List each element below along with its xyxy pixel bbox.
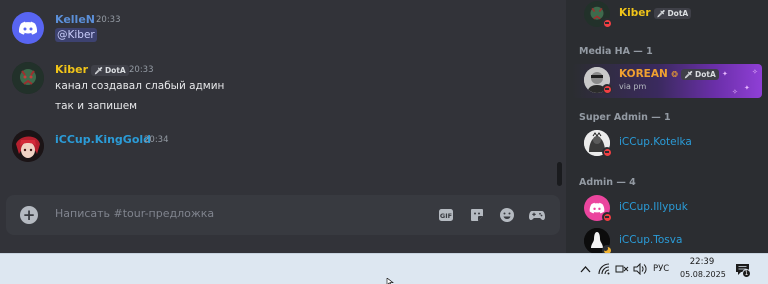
avatar[interactable] (12, 62, 44, 94)
emoji-icon[interactable] (498, 206, 516, 224)
guild-tag-label: DotA (667, 8, 689, 18)
chat-area: KelleN 20:33 @Kiber Kiber 🗡 DotA 20:33 кан… (0, 0, 566, 253)
message-text: @Kiber (55, 28, 97, 42)
member-name: Kiber 🗡 DotA (619, 7, 692, 19)
member-item[interactable]: KOREAN ❂ 🗡 DotA via pm (572, 64, 762, 98)
dnd-status-icon (602, 147, 612, 157)
wifi-icon[interactable] (598, 263, 610, 275)
mouse-cursor-icon (386, 278, 394, 284)
member-name: iCCup.Illypuk (619, 201, 688, 213)
message-author[interactable]: iCCup.KingGold (55, 133, 151, 146)
taskbar: РУС 22:39 05.08.2025 1 (0, 253, 768, 284)
server-badge-icon: ❂ (671, 70, 679, 79)
author-name[interactable]: Kiber (55, 63, 88, 76)
notification-center-icon[interactable]: 1 (735, 262, 751, 278)
sword-icon: 🗡 (94, 66, 103, 75)
member-group-header: Admin — 4 (579, 177, 636, 188)
message-author[interactable]: Kiber 🗡 DotA (55, 63, 129, 76)
member-name-text: Kiber (619, 7, 651, 19)
gif-icon[interactable]: GIF (437, 206, 455, 224)
volume-icon[interactable] (633, 263, 647, 275)
sword-icon: 🗡 (656, 9, 666, 18)
guild-tag-label: DotA (104, 65, 126, 75)
guild-tag[interactable]: 🗡 DotA (91, 64, 129, 76)
message-timestamp: 20:34 (144, 135, 169, 145)
member-name: KOREAN ❂ 🗡 DotA (619, 68, 719, 80)
member-activity: via pm (619, 82, 647, 91)
guild-tag[interactable]: 🗡 DotA (653, 7, 692, 19)
clock-date[interactable]: 05.08.2025 (680, 270, 726, 279)
guild-tag-label: DotA (695, 69, 716, 79)
message-input[interactable]: Написать #tour-предложка (55, 207, 214, 220)
guild-tag[interactable]: 🗡 DotA (681, 68, 719, 80)
user-mention[interactable]: @Kiber (55, 28, 97, 42)
message-composer[interactable]: + Написать #tour-предложка GIF (6, 195, 560, 235)
chat-scrollbar[interactable] (557, 162, 562, 186)
message-line: канал создавал слабый админ (55, 80, 225, 92)
member-name-text: KOREAN (619, 68, 668, 80)
notification-count: 1 (742, 269, 751, 278)
input-language[interactable]: РУС (653, 264, 669, 274)
member-name: iCCup.Tosva (619, 234, 683, 246)
dnd-status-icon (602, 84, 612, 94)
clock-time[interactable]: 22:39 (684, 257, 720, 267)
svg-text:GIF: GIF (440, 212, 452, 220)
network-off-icon[interactable] (615, 263, 629, 275)
member-name: iCCup.Kotelka (619, 136, 692, 148)
member-group-header: Media HA — 1 (579, 46, 653, 57)
guild-emblem-icon (12, 62, 44, 94)
game-controller-icon[interactable] (528, 206, 546, 224)
chevron-up-icon[interactable] (580, 265, 591, 273)
sword-icon: 🗡 (684, 70, 694, 79)
member-item[interactable]: iCCup.Kotelka (572, 127, 762, 161)
dnd-status-icon (602, 212, 612, 222)
dnd-status-icon (602, 18, 612, 28)
avatar[interactable] (12, 130, 44, 162)
member-group-header: Super Admin — 1 (579, 112, 671, 123)
message-timestamp: 20:33 (96, 15, 121, 25)
avatar[interactable] (12, 12, 44, 44)
member-item[interactable]: Kiber 🗡 DotA (572, 0, 762, 32)
plus-icon[interactable]: + (20, 206, 38, 224)
character-portrait-icon (12, 130, 44, 162)
message-line: так и запишем (55, 100, 138, 112)
message-timestamp: 20:33 (129, 65, 154, 75)
message-author[interactable]: KelleN (55, 13, 95, 26)
discord-logo-icon (18, 21, 38, 35)
member-list: Kiber 🗡 DotA Media HA — 1 ✦ ✦ ✧ ✧ KOREAN ❂… (566, 0, 768, 255)
member-item[interactable]: iCCup.Illypuk (572, 192, 762, 226)
sticker-icon[interactable] (468, 206, 486, 224)
